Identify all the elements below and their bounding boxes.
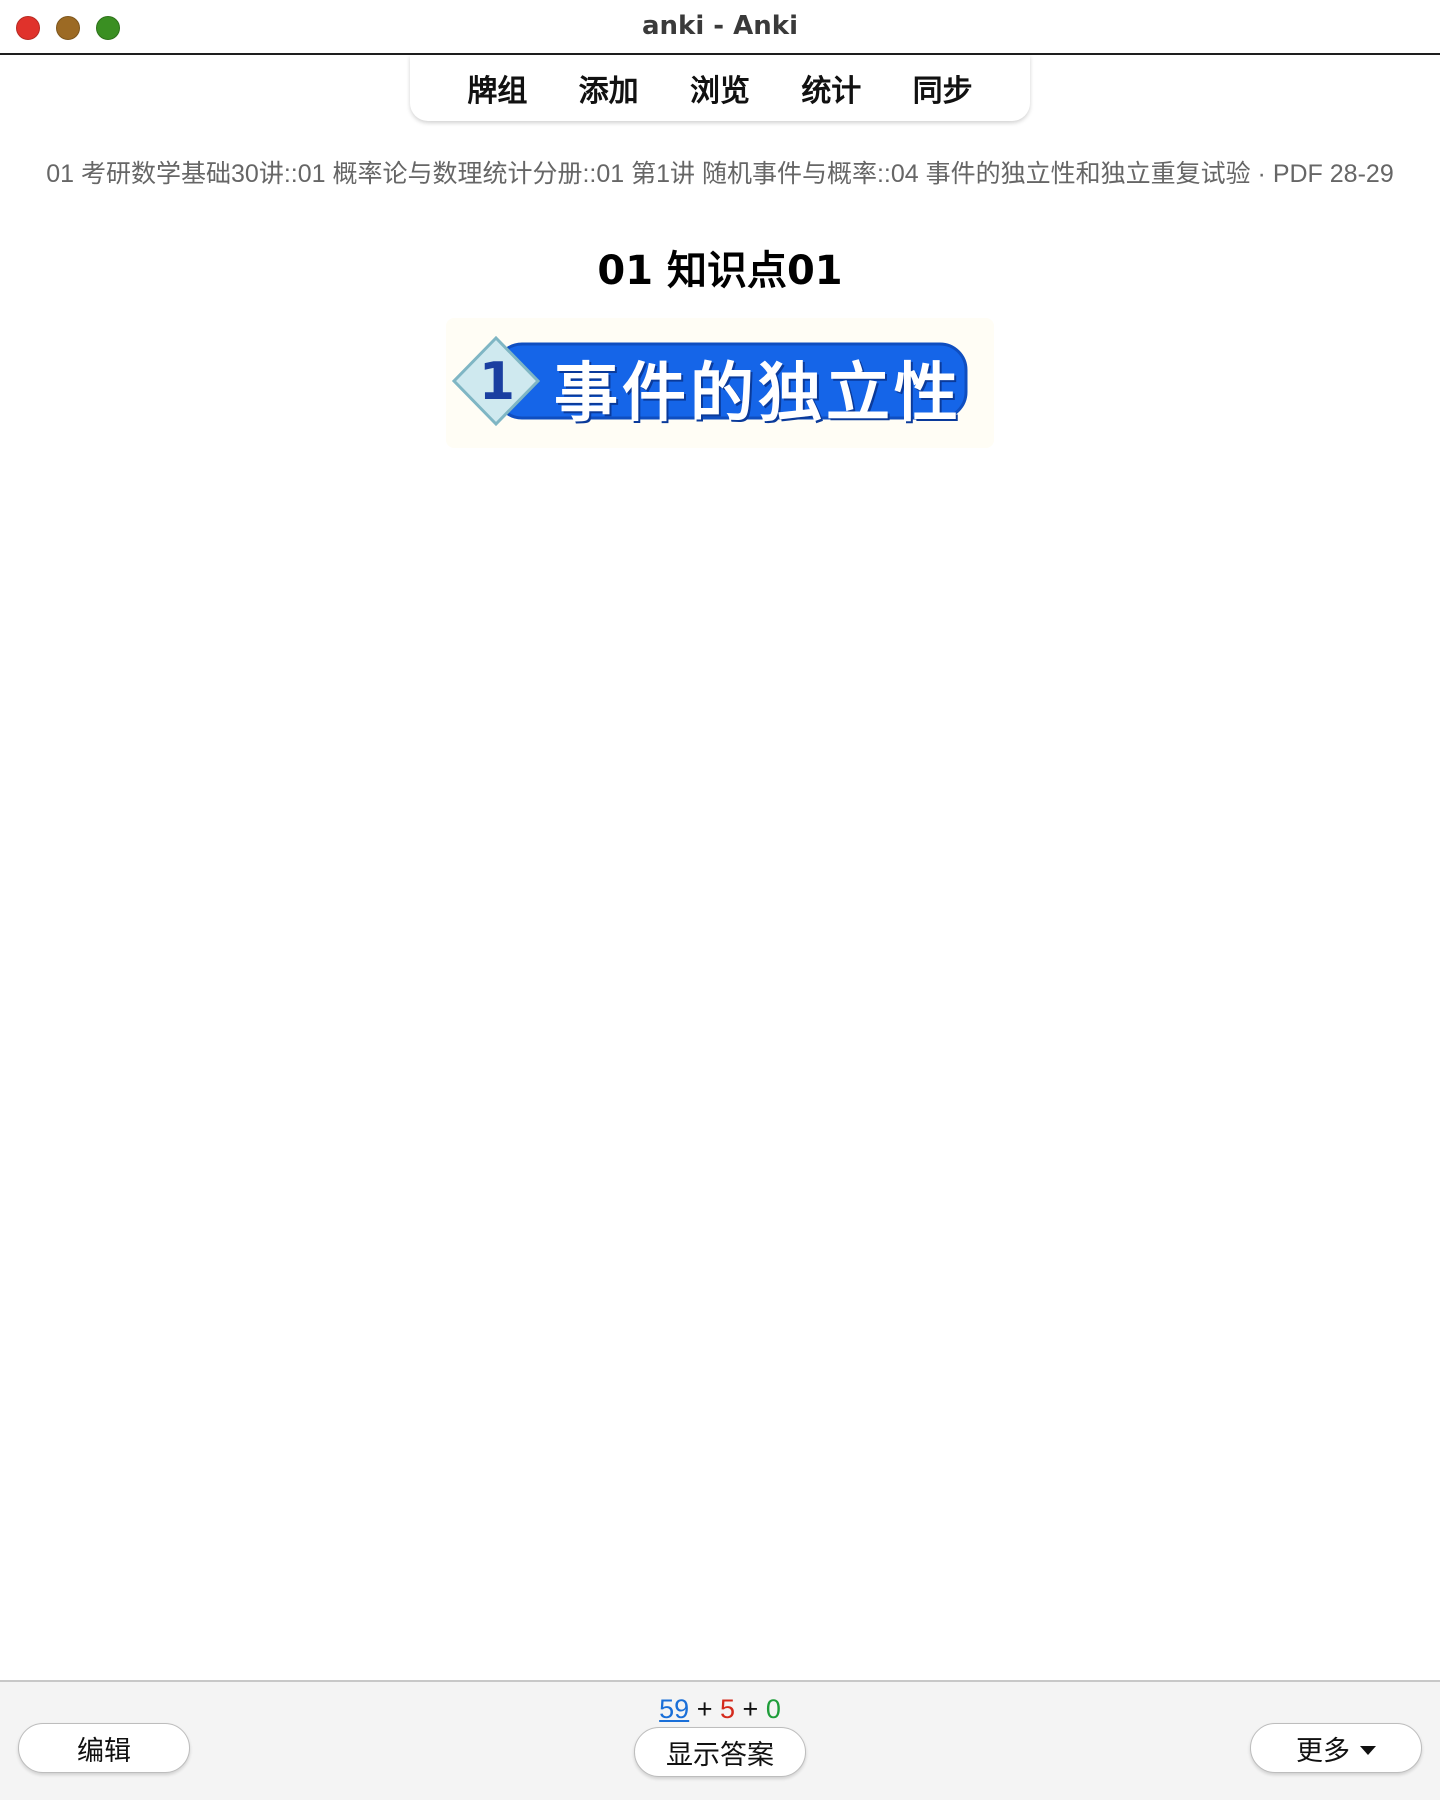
section-banner-image: 1 事件的独立性 xyxy=(446,318,994,448)
toolbar-browse[interactable]: 浏览 xyxy=(682,62,758,114)
window-title: anki - Anki xyxy=(642,11,798,41)
show-answer-label: 显示答案 xyxy=(666,1739,774,1771)
toolbar-decks[interactable]: 牌组 xyxy=(459,62,535,114)
card-title: 01 知识点01 xyxy=(597,248,843,294)
count-separator: + xyxy=(742,1694,766,1724)
anki-window: anki - Anki 牌组 添加 浏览 统计 同步 01 考研数学基础30讲:… xyxy=(0,0,1440,1800)
more-button-label: 更多 xyxy=(1296,1735,1350,1767)
toolbar-add[interactable]: 添加 xyxy=(571,62,647,114)
edit-button[interactable]: 编辑 xyxy=(18,1723,190,1773)
bottom-bar: 59 + 5 + 0 编辑 显示答案 更多 xyxy=(0,1680,1440,1800)
deck-path: 01 考研数学基础30讲::01 概率论与数理统计分册::01 第1讲 随机事件… xyxy=(46,160,1394,188)
main-toolbar: 牌组 添加 浏览 统计 同步 xyxy=(410,55,1030,121)
toolbar-stats[interactable]: 统计 xyxy=(793,62,869,114)
learning-count: 5 xyxy=(719,1694,736,1724)
due-counts: 59 + 5 + 0 xyxy=(0,1694,1440,1725)
more-button[interactable]: 更多 xyxy=(1250,1723,1422,1773)
new-count[interactable]: 59 xyxy=(659,1694,689,1724)
count-separator: + xyxy=(696,1694,720,1724)
caret-down-icon xyxy=(1360,1745,1376,1755)
review-count: 0 xyxy=(765,1694,781,1724)
show-answer-button[interactable]: 显示答案 xyxy=(634,1727,806,1777)
toolbar-sync[interactable]: 同步 xyxy=(905,62,981,114)
edit-button-label: 编辑 xyxy=(77,1735,131,1767)
banner-number: 1 xyxy=(478,352,516,412)
title-bar: anki - Anki xyxy=(0,0,1440,55)
banner-text: 事件的独立性 xyxy=(554,357,962,431)
